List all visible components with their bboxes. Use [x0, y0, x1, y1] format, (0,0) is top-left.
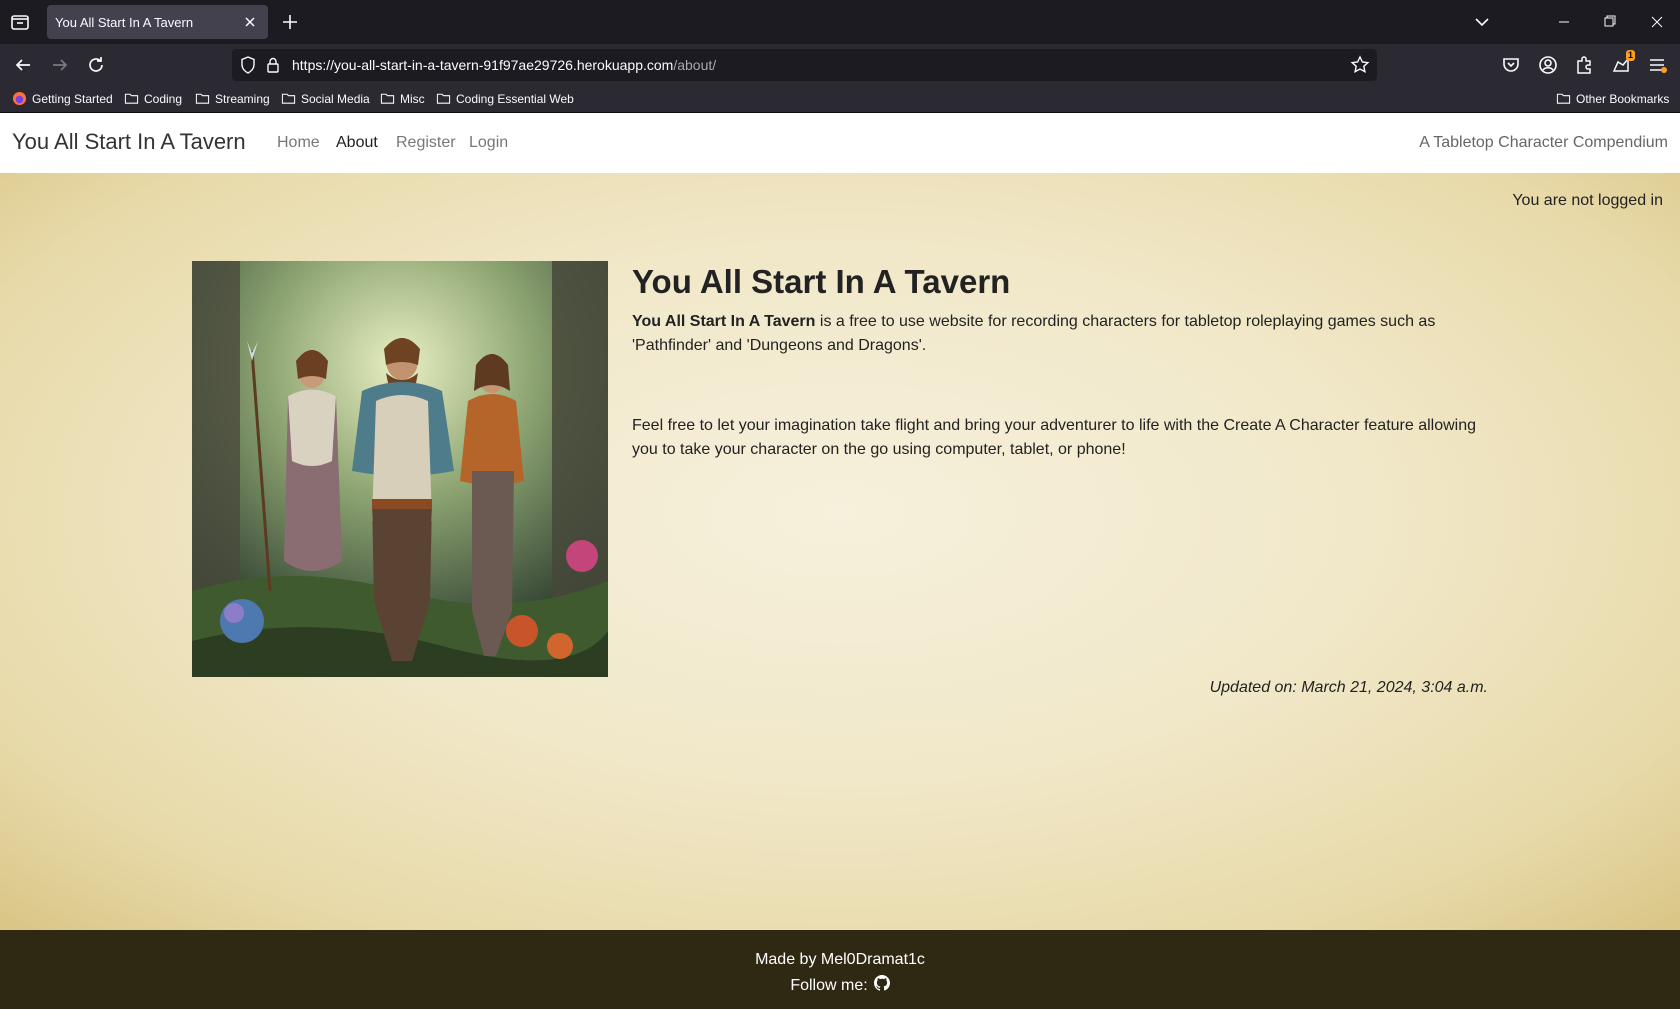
bookmark-folder-other-bookmarks[interactable]: Other Bookmarks	[1556, 91, 1669, 106]
footer-follow: Follow me:	[0, 975, 1680, 996]
bookmark-label: Coding Essential Web	[456, 91, 574, 106]
url-domain: https://you-all-start-in-a-tavern-91f97a…	[292, 57, 674, 73]
tab-list-icon[interactable]	[8, 10, 32, 34]
bookmark-label: Streaming	[215, 91, 270, 106]
folder-icon	[281, 93, 296, 104]
browser-tab-active[interactable]: You All Start In A Tavern	[47, 5, 268, 39]
folder-icon	[195, 93, 210, 104]
bookmark-label: Other Bookmarks	[1576, 91, 1670, 106]
login-status: You are not logged in	[1512, 192, 1663, 209]
intro-paragraph: You All Start In A Tavern is a free to u…	[632, 310, 1492, 358]
browser-toolbar: https://you-all-start-in-a-tavern-91f97a…	[0, 44, 1680, 86]
browser-tab-bar: You All Start In A Tavern	[0, 0, 1680, 44]
folder-icon	[436, 93, 451, 104]
folder-icon	[1556, 93, 1571, 104]
intro-bold-text: You All Start In A Tavern	[632, 313, 816, 330]
nav-link-register[interactable]: Register	[396, 134, 456, 152]
bookmark-folder-coding-essential-web[interactable]: Coding Essential Web	[436, 91, 574, 106]
forward-arrow-icon[interactable]	[48, 53, 72, 77]
bookmark-folder-coding[interactable]: Coding	[124, 91, 182, 106]
firefox-icon	[12, 91, 27, 106]
bookmarks-bar: Getting Started Coding Streaming Social …	[0, 86, 1680, 113]
close-tab-icon[interactable]	[240, 12, 260, 32]
new-tab-icon[interactable]	[279, 11, 301, 33]
url-bar[interactable]: https://you-all-start-in-a-tavern-91f97a…	[232, 49, 1377, 81]
site-navbar: You All Start In A Tavern Home About Reg…	[0, 113, 1680, 173]
bookmark-folder-misc[interactable]: Misc	[380, 91, 425, 106]
nav-link-login[interactable]: Login	[469, 134, 508, 152]
github-icon[interactable]	[873, 975, 890, 996]
chevron-down-icon[interactable]	[1472, 12, 1492, 32]
site-brand[interactable]: You All Start In A Tavern	[12, 129, 246, 155]
minimize-icon[interactable]	[1541, 8, 1587, 36]
bookmark-folder-social-media[interactable]: Social Media	[281, 91, 370, 106]
reload-icon[interactable]	[84, 53, 108, 77]
bookmark-label: Social Media	[301, 91, 370, 106]
bookmark-label: Misc	[400, 91, 425, 106]
page-title: You All Start In A Tavern	[632, 263, 1011, 300]
bookmark-label: Coding	[144, 91, 183, 106]
bookmark-folder-streaming[interactable]: Streaming	[195, 91, 270, 106]
url-path: /about/	[673, 57, 717, 73]
main-content: You are not logged in You All Start In A…	[0, 173, 1680, 930]
footer-follow-label: Follow me:	[790, 976, 868, 994]
lock-icon[interactable]	[263, 55, 283, 75]
extensions-icon[interactable]	[1572, 53, 1596, 77]
shield-icon[interactable]	[238, 55, 258, 75]
adventurers-illustration	[192, 261, 608, 677]
restore-icon[interactable]	[1587, 8, 1633, 36]
nav-link-about[interactable]: About	[336, 134, 378, 152]
account-icon[interactable]	[1536, 53, 1560, 77]
tab-title: You All Start In A Tavern	[55, 15, 194, 30]
close-window-icon[interactable]	[1634, 8, 1680, 36]
back-arrow-icon[interactable]	[11, 53, 35, 77]
updated-timestamp: Updated on: March 21, 2024, 3:04 a.m.	[1209, 679, 1488, 696]
hamburger-menu-icon[interactable]	[1645, 53, 1669, 77]
bookmark-star-icon[interactable]	[1349, 54, 1371, 76]
notification-extension-icon[interactable]: 1	[1609, 50, 1635, 77]
notification-badge: 1	[1625, 50, 1635, 61]
folder-icon	[124, 93, 139, 104]
nav-link-home[interactable]: Home	[277, 134, 320, 152]
site-footer: Made by Mel0Dramat1c Follow me:	[0, 930, 1680, 1009]
url-text[interactable]: https://you-all-start-in-a-tavern-91f97a…	[292, 57, 716, 73]
bookmark-label: Getting Started	[32, 91, 113, 106]
pocket-icon[interactable]	[1499, 53, 1523, 77]
site-tagline: A Tabletop Character Compendium	[1419, 134, 1668, 151]
footer-made-by: Made by Mel0Dramat1c	[755, 951, 925, 968]
feature-paragraph: Feel free to let your imagination take f…	[632, 417, 1477, 458]
folder-icon	[380, 93, 395, 104]
bookmark-getting-started[interactable]: Getting Started	[12, 91, 113, 106]
